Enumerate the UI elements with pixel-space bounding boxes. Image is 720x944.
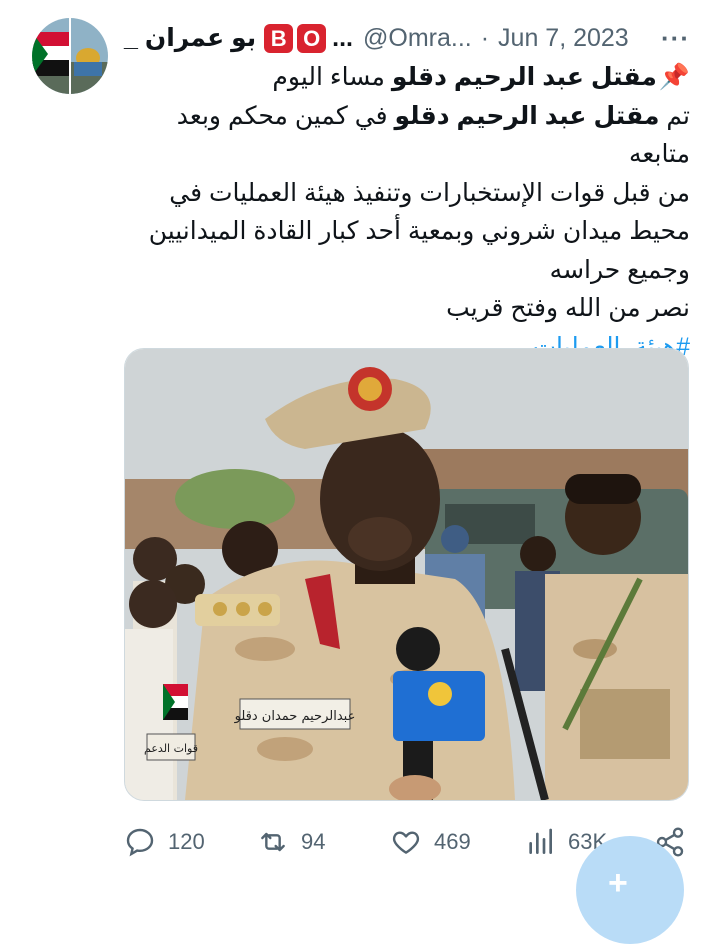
photo-name-tag: عبدالرحيم حمدان دقلو <box>234 709 356 724</box>
tweet-line-1: 📌مقتل عبد الرحيم دقلو مساء اليوم <box>124 58 690 97</box>
heart-icon <box>392 831 420 854</box>
author-badge: B O <box>264 23 327 53</box>
tweet-line-2: تم مقتل عبد الرحيم دقلو في كمين محكم وبع… <box>124 97 690 174</box>
badge-letter-o: O <box>297 23 327 53</box>
pin-icon: 📌 <box>658 63 690 91</box>
tweet-date[interactable]: Jun 7, 2023 <box>498 18 629 58</box>
tweet-header: بو عمران _ B O ... @Omra... · Jun 7, 202… <box>124 18 690 58</box>
compose-plus-icon: + <box>608 864 628 902</box>
tweet-line-5: وجميع حراسه <box>549 255 690 284</box>
more-icon[interactable]: ··· <box>661 18 690 58</box>
avatar-image <box>32 18 108 94</box>
like-count: 469 <box>434 829 471 854</box>
tweet-line-1-rest: مساء اليوم <box>272 63 392 91</box>
tweet-line-1-bold: مقتل عبد الرحيم دقلو <box>391 63 657 91</box>
photo-illustration: عبدالرحيم حمدان دقلو قوات الدعم <box>125 349 688 800</box>
compose-button[interactable] <box>576 836 684 944</box>
reply-count: 120 <box>168 829 205 854</box>
reply-button[interactable]: 120 <box>124 812 205 872</box>
author-avatar[interactable] <box>32 18 108 94</box>
retweet-button[interactable]: 94 <box>257 812 325 872</box>
tweet-line-6: نصر من الله وفتح قريب <box>446 294 690 322</box>
tweet-line-4: محيط ميدان شروني وبمعية أحد كبار القادة … <box>148 217 690 245</box>
author-handle[interactable]: @Omra... <box>363 18 472 58</box>
like-button[interactable]: 469 <box>390 812 471 872</box>
photo-sleeve-tag: قوات الدعم <box>144 742 198 755</box>
tweet-photo[interactable]: عبدالرحيم حمدان دقلو قوات الدعم <box>124 348 689 801</box>
retweet-icon <box>261 832 285 852</box>
badge-letter-b: B <box>264 23 294 53</box>
retweet-count: 94 <box>301 829 326 854</box>
name-ellipsis: ... <box>332 24 353 52</box>
views-icon <box>529 828 552 854</box>
tweet-line-2-bold: مقتل عبد الرحيم دقلو <box>394 101 660 130</box>
tweet-line-3: من قبل قوات الإستخبارات وتنفيذ هيئة العم… <box>169 178 690 207</box>
reply-icon <box>126 828 154 857</box>
author-name[interactable]: بو عمران _ <box>124 18 256 58</box>
header-separator: · <box>480 24 490 52</box>
tweet-line-2-pre: تم <box>659 101 690 130</box>
tweet-text: 📌مقتل عبد الرحيم دقلو مساء اليوم تم مقتل… <box>124 58 690 366</box>
